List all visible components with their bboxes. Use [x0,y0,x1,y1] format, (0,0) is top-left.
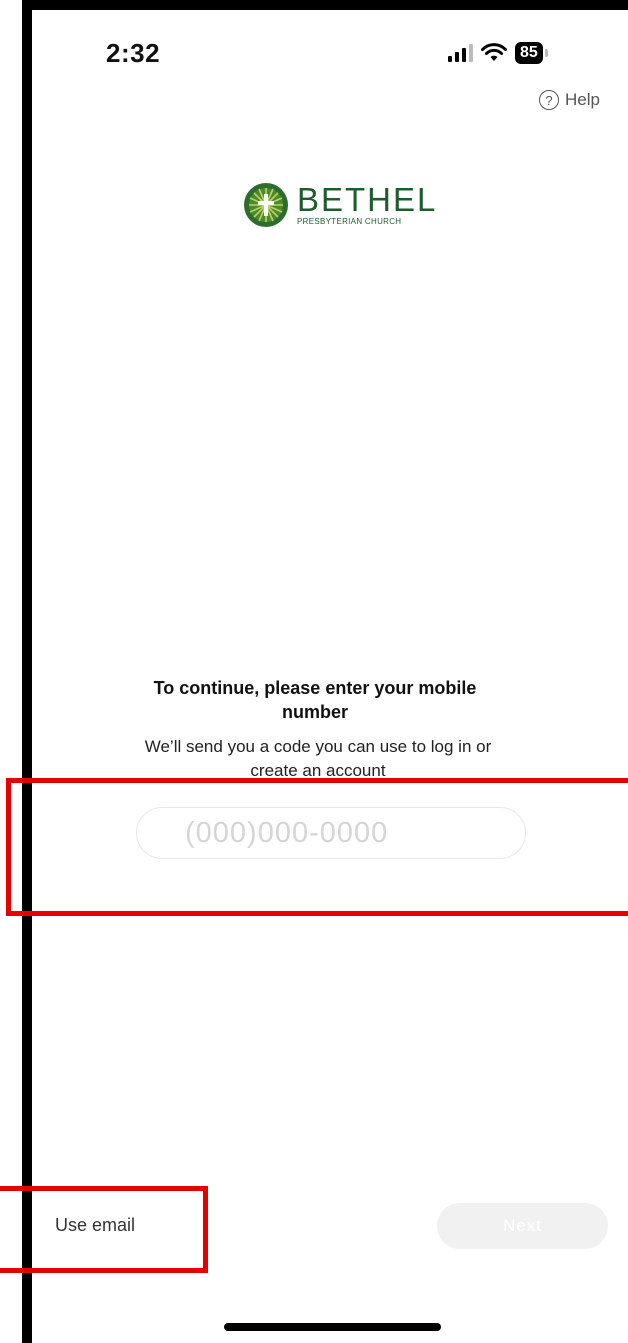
prompt-subtitle: We’ll send you a code you can use to log… [144,737,492,780]
highlight-box-phone-input [6,778,628,916]
home-indicator[interactable] [224,1323,441,1331]
frame-border-top [22,0,628,10]
frame-border-left [22,0,32,1343]
logo-name: BETHEL [297,180,438,218]
prompt-title: To continue, please enter your mobile nu… [153,678,477,722]
help-label: Help [565,90,600,109]
status-time: 2:32 [106,38,161,68]
status-icons: 85 [448,40,548,66]
wifi-icon [481,43,507,61]
battery-level: 85 [515,42,543,64]
logo-text: BETHEL PRESBYTERIAN CHURCH [297,180,438,226]
help-button[interactable]: ? Help [539,90,600,110]
use-email-link[interactable]: Use email [55,1215,135,1236]
next-button[interactable]: Next [437,1203,608,1249]
sunburst-cross-icon [244,183,288,227]
battery-icon: 85 [515,42,548,64]
church-logo: BETHEL PRESBYTERIAN CHURCH [243,182,437,228]
logo-subtitle: PRESBYTERIAN CHURCH [297,216,402,226]
signal-icon [448,44,473,62]
question-circle-icon: ? [539,90,559,110]
